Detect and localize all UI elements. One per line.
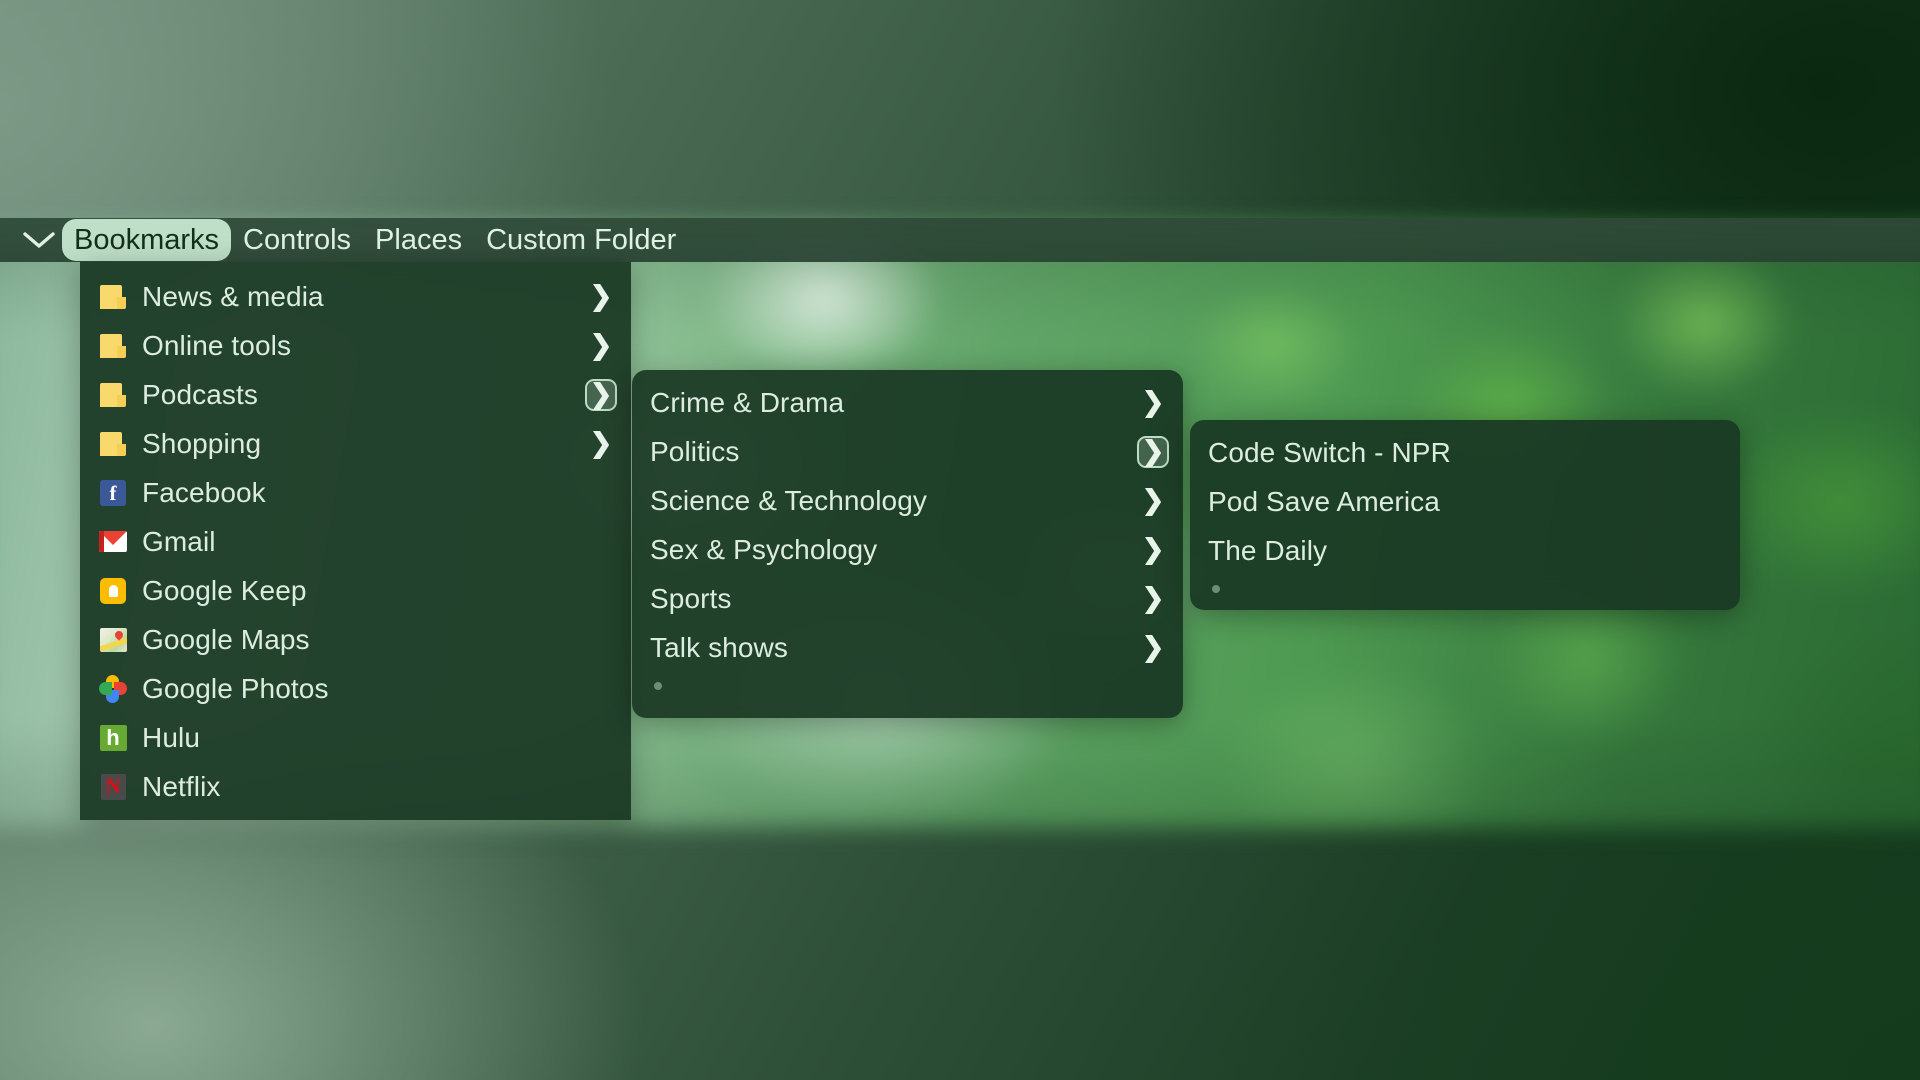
folder-icon <box>98 282 128 312</box>
folder-icon <box>98 331 128 361</box>
folder-icon <box>98 429 128 459</box>
menu-item-news-media[interactable]: News & media ❯ <box>80 272 631 321</box>
gmail-icon <box>98 527 128 557</box>
resize-dot <box>1212 585 1220 593</box>
facebook-icon: f <box>98 478 128 508</box>
menu-item-label: Online tools <box>142 329 292 361</box>
menu-item-label: Google Keep <box>142 574 307 606</box>
netflix-icon: N <box>98 772 128 802</box>
menubar-item-places[interactable]: Places <box>363 219 474 261</box>
menu-item-talk-shows[interactable]: Talk shows ❯ <box>632 623 1183 672</box>
menu-item-sports[interactable]: Sports ❯ <box>632 574 1183 623</box>
menu-item-label: Science & Technology <box>650 484 927 516</box>
menu-item-label: Code Switch - NPR <box>1208 436 1451 468</box>
menu-item-label: Sex & Psychology <box>650 533 878 565</box>
menu-item-label: Netflix <box>142 770 221 802</box>
menu-item-label: Sports <box>650 582 732 614</box>
menu-item-sex-psychology[interactable]: Sex & Psychology ❯ <box>632 525 1183 574</box>
menu-item-google-keep[interactable]: Google Keep <box>80 566 631 615</box>
menu-item-google-maps[interactable]: Google Maps <box>80 615 631 664</box>
menubar-item-controls[interactable]: Controls <box>231 219 363 261</box>
menubar-item-custom-folder[interactable]: Custom Folder <box>474 219 688 261</box>
chevron-right-icon[interactable]: ❯ <box>1137 485 1169 517</box>
chevron-right-icon[interactable]: ❯ <box>585 428 617 460</box>
podcasts-submenu-panel: Crime & Drama ❯ Politics ❯ Science & Tec… <box>632 370 1183 718</box>
menu-item-online-tools[interactable]: Online tools ❯ <box>80 321 631 370</box>
folder-icon <box>98 380 128 410</box>
menu-item-google-photos[interactable]: Google Photos <box>80 664 631 713</box>
chevron-right-icon-selected[interactable]: ❯ <box>1137 435 1169 468</box>
google-keep-icon <box>98 576 128 606</box>
menu-item-label: Google Photos <box>142 672 329 704</box>
menu-item-shopping[interactable]: Shopping ❯ <box>80 419 631 468</box>
menu-item-code-switch-npr[interactable]: Code Switch - NPR <box>1190 428 1740 477</box>
chevron-right-icon[interactable]: ❯ <box>1137 387 1169 419</box>
chevron-right-icon[interactable]: ❯ <box>1137 632 1169 664</box>
menu-item-label: Politics <box>650 435 740 467</box>
menu-item-podcasts[interactable]: Podcasts ❯ <box>80 370 631 419</box>
menu-item-crime-drama[interactable]: Crime & Drama ❯ <box>632 378 1183 427</box>
menu-item-the-daily[interactable]: The Daily <box>1190 526 1740 575</box>
google-photos-icon <box>98 674 128 704</box>
menu-item-label: News & media <box>142 280 324 312</box>
menu-item-label: Shopping <box>142 427 262 459</box>
menu-item-label: Hulu <box>142 721 200 753</box>
menu-bar: Bookmarks Controls Places Custom Folder <box>0 218 1920 262</box>
chevron-right-icon-selected[interactable]: ❯ <box>585 378 617 411</box>
menu-item-label: Gmail <box>142 525 216 557</box>
menu-item-label: The Daily <box>1208 534 1328 566</box>
chevron-right-icon[interactable]: ❯ <box>1137 583 1169 615</box>
bookmarks-menu-panel: News & media ❯ Online tools ❯ Podcasts ❯… <box>80 262 631 820</box>
resize-dot <box>654 682 662 690</box>
menubar-item-bookmarks[interactable]: Bookmarks <box>62 219 232 261</box>
hulu-icon: h <box>98 723 128 753</box>
menu-item-label: Pod Save America <box>1208 485 1440 517</box>
menu-item-netflix[interactable]: N Netflix <box>80 762 631 811</box>
menu-item-gmail[interactable]: Gmail <box>80 517 631 566</box>
menu-item-politics[interactable]: Politics ❯ <box>632 427 1183 476</box>
menu-item-label: Talk shows <box>650 631 788 663</box>
google-maps-icon <box>98 625 128 655</box>
menu-item-science-technology[interactable]: Science & Technology ❯ <box>632 476 1183 525</box>
politics-submenu-panel: Code Switch - NPR Pod Save America The D… <box>1190 420 1740 610</box>
menu-item-label: Facebook <box>142 476 266 508</box>
chevron-down-icon[interactable] <box>16 224 62 256</box>
menu-item-label: Podcasts <box>142 378 258 410</box>
menu-item-label: Crime & Drama <box>650 386 845 418</box>
menu-item-pod-save-america[interactable]: Pod Save America <box>1190 477 1740 526</box>
menu-item-hulu[interactable]: h Hulu <box>80 713 631 762</box>
chevron-right-icon[interactable]: ❯ <box>585 281 617 313</box>
chevron-right-icon[interactable]: ❯ <box>585 330 617 362</box>
menu-item-label: Google Maps <box>142 623 310 655</box>
chevron-right-icon[interactable]: ❯ <box>1137 534 1169 566</box>
menu-item-facebook[interactable]: f Facebook <box>80 468 631 517</box>
